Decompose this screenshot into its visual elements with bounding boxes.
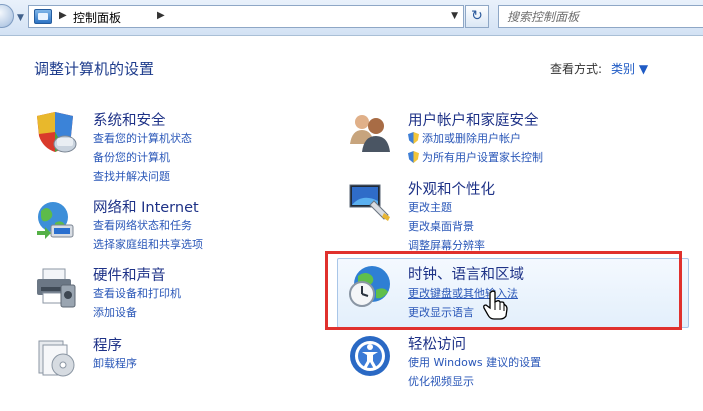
back-button[interactable] [0, 4, 14, 28]
breadcrumb-chevron-icon[interactable]: ▶ [59, 10, 67, 21]
link-add-remove-user[interactable]: 添加或删除用户帐户 [408, 130, 521, 146]
link-devices-printers[interactable]: 查看设备和打印机 [93, 285, 181, 301]
address-dropdown-icon[interactable]: ▼ [451, 11, 458, 21]
category-title[interactable]: 轻松访问 [408, 333, 466, 354]
link-change-desktop-background[interactable]: 更改桌面背景 [408, 218, 474, 234]
appearance-icon[interactable] [348, 179, 392, 223]
category-title[interactable]: 外观和个性化 [408, 178, 495, 199]
category-hardware-sound: 硬件和声音 查看设备和打印机 添加设备 [33, 265, 293, 320]
link-view-computer-status[interactable]: 查看您的计算机状态 [93, 130, 192, 146]
user-accounts-icon[interactable] [348, 110, 392, 154]
view-by-label: 查看方式: [550, 62, 603, 76]
category-title[interactable]: 系统和安全 [93, 109, 166, 130]
category-system-security: 系统和安全 查看您的计算机状态 备份您的计算机 查找并解决问题 [33, 109, 293, 183]
search-input[interactable] [499, 6, 703, 27]
search-box[interactable] [498, 5, 703, 28]
link-parental-controls[interactable]: 为所有用户设置家长控制 [408, 149, 543, 165]
category-network-internet: 网络和 Internet 查看网络状态和任务 选择家庭组和共享选项 [33, 197, 293, 252]
uac-shield-icon [408, 151, 419, 163]
breadcrumb-control-panel[interactable]: 控制面板 [73, 9, 121, 26]
link-change-theme[interactable]: 更改主题 [408, 199, 452, 215]
link-troubleshoot[interactable]: 查找并解决问题 [93, 168, 170, 184]
network-icon[interactable] [33, 197, 77, 241]
hand-cursor-icon [483, 290, 508, 320]
ease-of-access-icon[interactable] [348, 334, 392, 378]
system-security-icon[interactable] [33, 110, 77, 154]
hardware-sound-icon[interactable] [33, 265, 77, 309]
category-title[interactable]: 程序 [93, 334, 122, 355]
category-ease-of-access: 轻松访问 使用 Windows 建议的设置 优化视频显示 [348, 334, 648, 389]
address-field[interactable]: ▶ 控制面板 ▶ ▼ [28, 5, 464, 28]
link-add-device[interactable]: 添加设备 [93, 304, 137, 320]
programs-icon[interactable] [33, 335, 77, 379]
view-by-dropdown[interactable]: 类别 ▼ [611, 60, 648, 77]
control-panel-icon [34, 9, 52, 24]
refresh-button[interactable]: ↻ [465, 5, 489, 28]
link-windows-recommended-settings[interactable]: 使用 Windows 建议的设置 [408, 354, 541, 370]
category-user-accounts: 用户帐户和家庭安全 添加或删除用户帐户 为所有用户设置家长控制 [348, 110, 648, 170]
breadcrumb-chevron-icon[interactable]: ▶ [157, 10, 165, 21]
link-backup-computer[interactable]: 备份您的计算机 [93, 149, 170, 165]
uac-shield-icon [408, 132, 419, 144]
recent-pages-dropdown-icon[interactable]: ▼ [17, 13, 24, 23]
link-optimize-visual-display[interactable]: 优化视频显示 [408, 373, 474, 389]
category-title[interactable]: 用户帐户和家庭安全 [408, 109, 539, 130]
category-title[interactable]: 硬件和声音 [93, 264, 166, 285]
link-view-network-status[interactable]: 查看网络状态和任务 [93, 217, 192, 233]
category-appearance: 外观和个性化 更改主题 更改桌面背景 调整屏幕分辨率 [348, 178, 648, 252]
address-toolbar: ▼ ▶ 控制面板 ▶ ▼ ↻ [0, 0, 703, 36]
category-programs: 程序 卸载程序 [33, 335, 293, 385]
category-title[interactable]: 网络和 Internet [93, 196, 199, 217]
link-uninstall-program[interactable]: 卸载程序 [93, 355, 137, 371]
page-title: 调整计算机的设置 [34, 60, 155, 78]
link-homegroup-sharing[interactable]: 选择家庭组和共享选项 [93, 236, 203, 252]
